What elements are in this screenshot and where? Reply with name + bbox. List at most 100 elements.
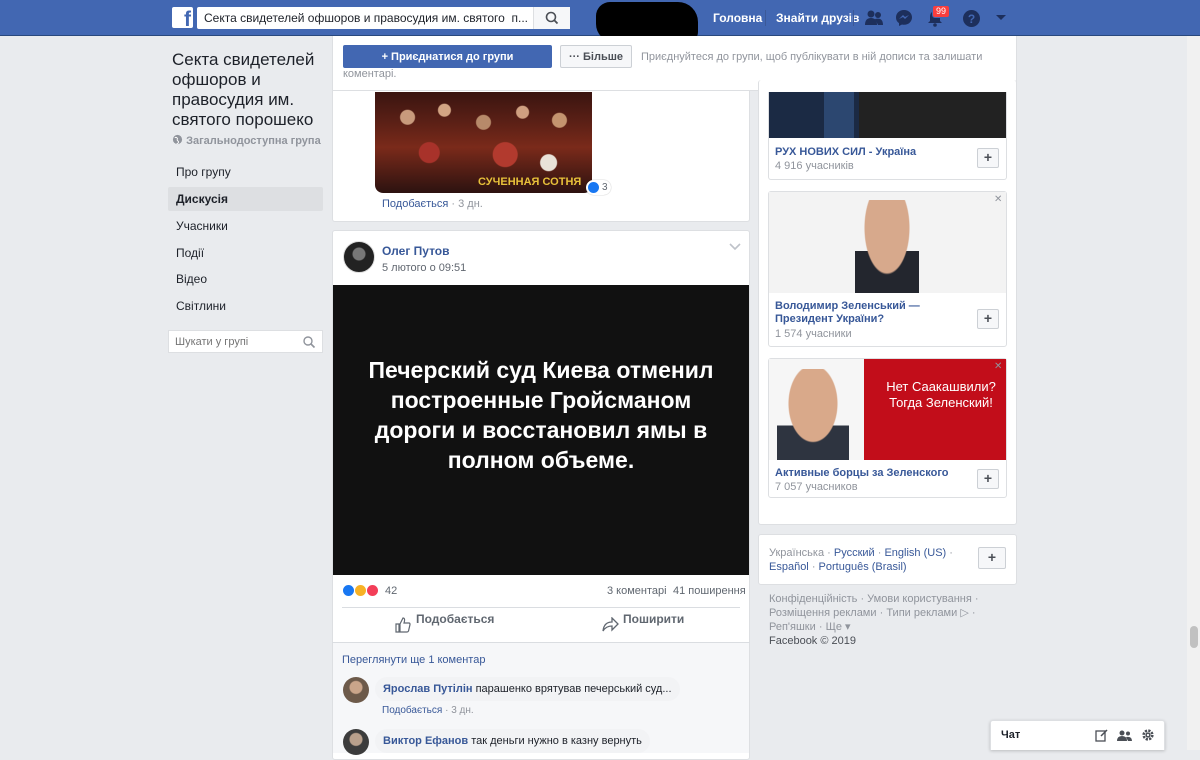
language-option[interactable]: Português (Brasil) <box>819 561 907 573</box>
suggestion-members: 1 574 учасники <box>775 328 852 340</box>
nav-find-friends-link[interactable]: Знайти друзів <box>776 11 859 25</box>
view-more-comments-link[interactable]: Переглянути ще 1 коментар <box>342 654 485 666</box>
create-group-icon[interactable] <box>1117 729 1132 742</box>
close-icon[interactable]: ✕ <box>994 362 1004 372</box>
left-nav-discussion[interactable]: Дискусія <box>168 187 323 211</box>
commenter-avatar[interactable] <box>343 729 369 755</box>
language-option[interactable]: Español <box>769 561 809 573</box>
page-scrollbar[interactable] <box>1187 36 1200 750</box>
comments-count[interactable]: 3 коментарі <box>607 585 667 597</box>
chat-bar[interactable]: Чат <box>990 720 1165 750</box>
top-navigation-bar: f Головна Знайти друзів 99 ? <box>0 0 1200 42</box>
help-icon[interactable]: ? <box>962 9 981 28</box>
group-privacy-label: Загальнодоступна група <box>186 135 321 147</box>
post-image-caption: СУЧЕННАЯ СОТНЯ <box>478 176 582 188</box>
join-suggestion-button[interactable]: + <box>977 148 999 168</box>
copyright: Facebook © 2019 <box>769 635 856 647</box>
nav-divider <box>765 10 766 26</box>
suggestion-image[interactable]: Нет Саакашвили? Тогда Зеленский! <box>769 359 1006 460</box>
messenger-icon[interactable] <box>895 9 913 27</box>
footer-link[interactable]: Розміщення реклами <box>769 607 877 619</box>
language-option[interactable]: English (US) <box>884 547 946 559</box>
account-menu-chevron-down-icon[interactable] <box>995 14 1007 22</box>
more-button[interactable]: ··· Більше <box>560 45 632 68</box>
comment-meta: Подобається · 3 дн. <box>382 705 474 716</box>
join-suggestion-button[interactable]: + <box>977 309 999 329</box>
left-nav-events[interactable]: Події <box>168 241 323 265</box>
footer-link[interactable]: Конфіденційність <box>769 593 857 605</box>
like-link[interactable]: Подобається <box>382 198 448 210</box>
share-button[interactable]: Поширити <box>623 612 684 626</box>
language-option[interactable]: Русский <box>834 547 875 559</box>
language-list: Українська · Русский · English (US) · Es… <box>769 547 953 573</box>
post-image[interactable]: СУЧЕННАЯ СОТНЯ <box>375 92 592 193</box>
author-avatar[interactable] <box>343 241 375 273</box>
like-thumb-icon <box>395 617 411 633</box>
footer-link[interactable]: Умови користування <box>867 593 972 605</box>
post-image-text: Печерский суд Киева отменил построенные … <box>368 357 714 473</box>
footer-link[interactable]: Реп'яшки <box>769 621 816 633</box>
new-message-icon[interactable] <box>1095 729 1108 742</box>
group-search-input[interactable] <box>169 331 297 352</box>
post-author[interactable]: Олег Путов <box>382 244 450 258</box>
suggestion-image[interactable] <box>769 92 1006 138</box>
like-reaction-icon <box>587 181 600 194</box>
suggestion-image-portrait <box>855 200 919 293</box>
comment-like-link[interactable]: Подобається <box>382 705 442 716</box>
search-icon[interactable] <box>302 335 316 349</box>
close-icon[interactable]: ✕ <box>994 195 1004 205</box>
post-meta-row: Подобається · 3 дн. <box>382 198 483 210</box>
group-title[interactable]: Секта свидетелей офшоров и правосудия им… <box>172 50 332 130</box>
more-label: Більше <box>583 50 624 63</box>
suggestion-members: 7 057 учасников <box>775 481 858 493</box>
facebook-logo-icon[interactable]: f <box>172 7 193 28</box>
shares-count[interactable]: 41 поширення <box>673 585 746 597</box>
suggestion-image[interactable] <box>769 192 1006 293</box>
left-nav-videos[interactable]: Відео <box>168 267 323 291</box>
suggestion-members: 4 916 учасників <box>775 160 854 172</box>
divider <box>342 607 740 608</box>
comment-text: так деньги нужно в казну вернуть <box>471 735 642 747</box>
search-button[interactable] <box>533 7 570 29</box>
suggestion-banner-text: Нет Саакашвили? Тогда Зеленский! <box>886 379 996 410</box>
suggestion-name[interactable]: Активные борцы за Зеленского <box>775 467 970 480</box>
scrollbar-thumb[interactable] <box>1190 626 1198 648</box>
reaction-summary-chip[interactable]: 3 <box>586 180 611 195</box>
left-nav-about[interactable]: Про групу <box>168 160 323 184</box>
post-options-chevron-down-icon[interactable] <box>729 243 741 251</box>
comment-bubble: Виктор Ефанов так деньги нужно в казну в… <box>375 729 650 753</box>
post-time[interactable]: 3 дн. <box>458 198 483 210</box>
post-date[interactable]: 5 лютого о 09:51 <box>382 262 466 274</box>
plus-icon: + <box>381 50 392 63</box>
reactions-total[interactable]: 42 <box>385 585 397 597</box>
search-input[interactable] <box>197 7 537 29</box>
chat-settings-gear-icon[interactable] <box>1141 728 1155 742</box>
commenter-avatar[interactable] <box>343 677 369 703</box>
comment-author[interactable]: Виктор Ефанов <box>383 735 468 747</box>
share-arrow-icon <box>602 617 619 632</box>
comment-text: парашенко врятував печерський суд... <box>475 683 672 695</box>
friend-requests-icon[interactable] <box>864 9 884 27</box>
footer-link[interactable]: Типи реклами <box>886 607 957 619</box>
suggestion-name[interactable]: РУХ НОВИХ СИЛ - Україна <box>775 146 970 159</box>
more-languages-button[interactable]: + <box>978 547 1006 569</box>
like-button[interactable]: Подобається <box>416 612 494 626</box>
nav-divider <box>853 10 854 26</box>
join-group-label: Приєднатися до групи <box>391 50 514 63</box>
language-current: Українська <box>769 547 825 559</box>
join-suggestion-button[interactable]: + <box>977 469 999 489</box>
comment-time[interactable]: 3 дн. <box>451 705 473 716</box>
ad-choices-icon: ▷ <box>957 607 969 619</box>
comment-bubble: Ярослав Путілін парашенко врятував печер… <box>375 677 680 701</box>
left-nav-photos[interactable]: Світлини <box>168 294 323 318</box>
suggestion-name[interactable]: Володимир Зеленський — Президент України… <box>775 300 970 326</box>
left-nav-members[interactable]: Учасники <box>168 214 323 238</box>
suggestion-image-portrait <box>777 369 849 460</box>
search-box <box>197 7 570 29</box>
footer-link[interactable]: Ще <box>826 621 842 633</box>
comment-author[interactable]: Ярослав Путілін <box>383 683 473 695</box>
nav-home-link[interactable]: Головна <box>713 11 762 25</box>
join-group-button[interactable]: + Приєднатися до групи <box>343 45 552 68</box>
svg-text:?: ? <box>968 12 975 26</box>
group-search-box <box>168 330 323 353</box>
